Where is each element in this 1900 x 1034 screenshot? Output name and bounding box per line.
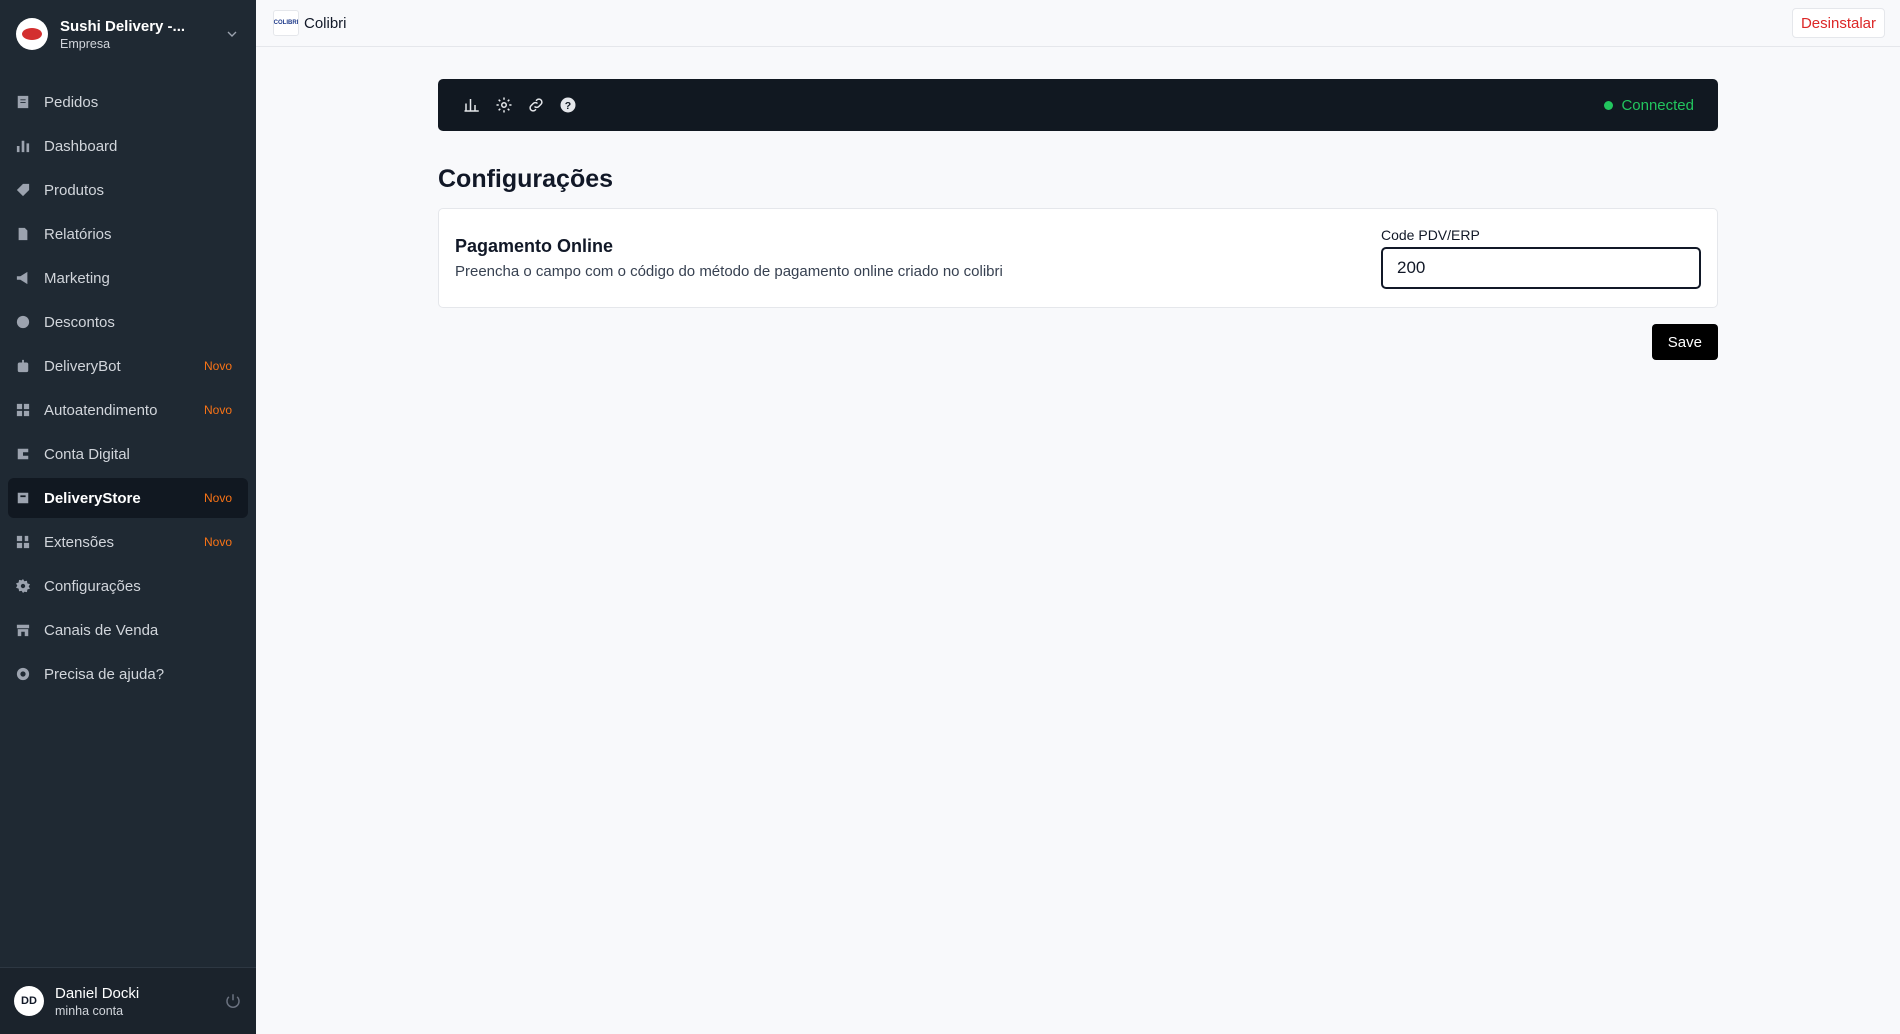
company-names: Sushi Delivery -... Empresa [60, 18, 224, 51]
card-title: Pagamento Online [455, 236, 614, 256]
page-title: Configurações [438, 165, 614, 193]
sidebar-item-label: Relatórios [44, 225, 112, 243]
sidebar-item-label: DeliveryBot [44, 357, 121, 375]
gear-icon [16, 579, 30, 593]
code-field-label: Code PDV/ERP [1381, 227, 1480, 243]
company-subtitle: Empresa [60, 36, 111, 51]
sidebar-item-relatorios[interactable]: Relatórios [8, 214, 248, 254]
lifebuoy-icon [16, 667, 30, 681]
sidebar-item-conta-digital[interactable]: Conta Digital [8, 434, 248, 474]
chevron-down-icon[interactable] [224, 26, 240, 42]
new-badge: Novo [203, 403, 232, 417]
sidebar-item-label: Extensões [44, 533, 115, 551]
link-icon[interactable] [526, 95, 546, 115]
power-icon[interactable] [224, 992, 242, 1010]
save-button[interactable]: Save [1651, 324, 1718, 360]
status-dot [1604, 100, 1614, 110]
wallet-icon [16, 447, 30, 461]
store-bag-icon [16, 491, 30, 505]
sidebar-item-marketing[interactable]: Marketing [8, 258, 248, 298]
company-switcher[interactable]: Sushi Delivery -... Empresa [0, 0, 256, 68]
new-badge: Novo [203, 359, 232, 373]
megaphone-icon [16, 271, 30, 285]
company-name: Sushi Delivery -... [60, 17, 186, 35]
sidebar-item-produtos[interactable]: Produtos [8, 170, 248, 210]
sidebar-item-label: Produtos [44, 181, 105, 199]
app-logo: COLIBRI [273, 10, 299, 36]
code-pdv-erp-input[interactable] [1381, 247, 1701, 289]
sidebar-item-deliverybot[interactable]: DeliveryBot Novo [8, 346, 248, 386]
status-label: Connected [1621, 96, 1694, 114]
sidebar-item-label: DeliveryStore [44, 489, 141, 507]
user-info: Daniel Docki minha conta [55, 985, 224, 1018]
app-toolbar: ? Connected [438, 79, 1718, 131]
sidebar-item-deliverystore[interactable]: DeliveryStore Novo [8, 478, 248, 518]
sidebar-item-configuracoes[interactable]: Configurações [8, 566, 248, 606]
sidebar-item-dashboard[interactable]: Dashboard [8, 126, 248, 166]
user-name: Daniel Docki [55, 984, 140, 1002]
sidebar: Sushi Delivery -... Empresa Pedidos Dash… [0, 0, 256, 1034]
help-icon[interactable]: ? [558, 95, 578, 115]
user-account[interactable]: DD Daniel Docki minha conta [0, 967, 256, 1034]
topbar: COLIBRI Colibri Desinstalar [256, 0, 1900, 47]
sidebar-item-extensoes[interactable]: Extensões Novo [8, 522, 248, 562]
sidebar-item-label: Marketing [44, 269, 110, 287]
bar-chart-icon [16, 139, 30, 153]
user-subtitle: minha conta [55, 1003, 124, 1018]
extensions-icon [16, 535, 30, 549]
tag-icon [16, 183, 30, 197]
sidebar-item-label: Dashboard [44, 137, 118, 155]
storefront-icon [16, 623, 30, 637]
sidebar-item-label: Conta Digital [44, 445, 130, 463]
discount-icon [16, 315, 30, 329]
svg-text:?: ? [565, 100, 571, 112]
orders-icon [16, 95, 30, 109]
code-field: Code PDV/ERP [1381, 227, 1701, 289]
new-badge: Novo [203, 535, 232, 549]
uninstall-button[interactable]: Desinstalar [1791, 8, 1885, 38]
card-description: Preencha o campo com o código do método … [455, 263, 1003, 280]
app-title: Colibri [304, 14, 347, 32]
sidebar-item-label: Configurações [44, 577, 141, 595]
company-logo [16, 18, 48, 50]
document-icon [16, 227, 30, 241]
sidebar-item-descontos[interactable]: Descontos [8, 302, 248, 342]
sidebar-item-label: Precisa de ajuda? [44, 665, 165, 683]
sidebar-item-label: Pedidos [44, 93, 99, 111]
sidebar-nav: Pedidos Dashboard Produtos Relatórios Ma… [0, 68, 256, 967]
bot-icon [16, 359, 30, 373]
card-text: Pagamento Online Preencha o campo com o … [455, 236, 1381, 280]
sidebar-item-ajuda[interactable]: Precisa de ajuda? [8, 654, 248, 694]
sidebar-item-label: Canais de Venda [44, 621, 159, 639]
gear-icon[interactable] [494, 95, 514, 115]
connection-status: Connected [1604, 97, 1694, 114]
main-content: ? Connected Configurações Pagamento Onli… [438, 79, 1718, 360]
payment-settings-card: Pagamento Online Preencha o campo com o … [438, 208, 1718, 308]
app-logo-text: COLIBRI [273, 20, 299, 26]
grid-icon [16, 403, 30, 417]
sidebar-item-label: Descontos [44, 313, 115, 331]
form-actions: Save [438, 324, 1718, 360]
new-badge: Novo [203, 491, 232, 505]
sidebar-item-autoatendimento[interactable]: Autoatendimento Novo [8, 390, 248, 430]
sidebar-item-canais-de-venda[interactable]: Canais de Venda [8, 610, 248, 650]
sidebar-item-pedidos[interactable]: Pedidos [8, 82, 248, 122]
sidebar-item-label: Autoatendimento [44, 401, 158, 419]
bar-chart-icon[interactable] [462, 95, 482, 115]
avatar: DD [14, 986, 44, 1016]
